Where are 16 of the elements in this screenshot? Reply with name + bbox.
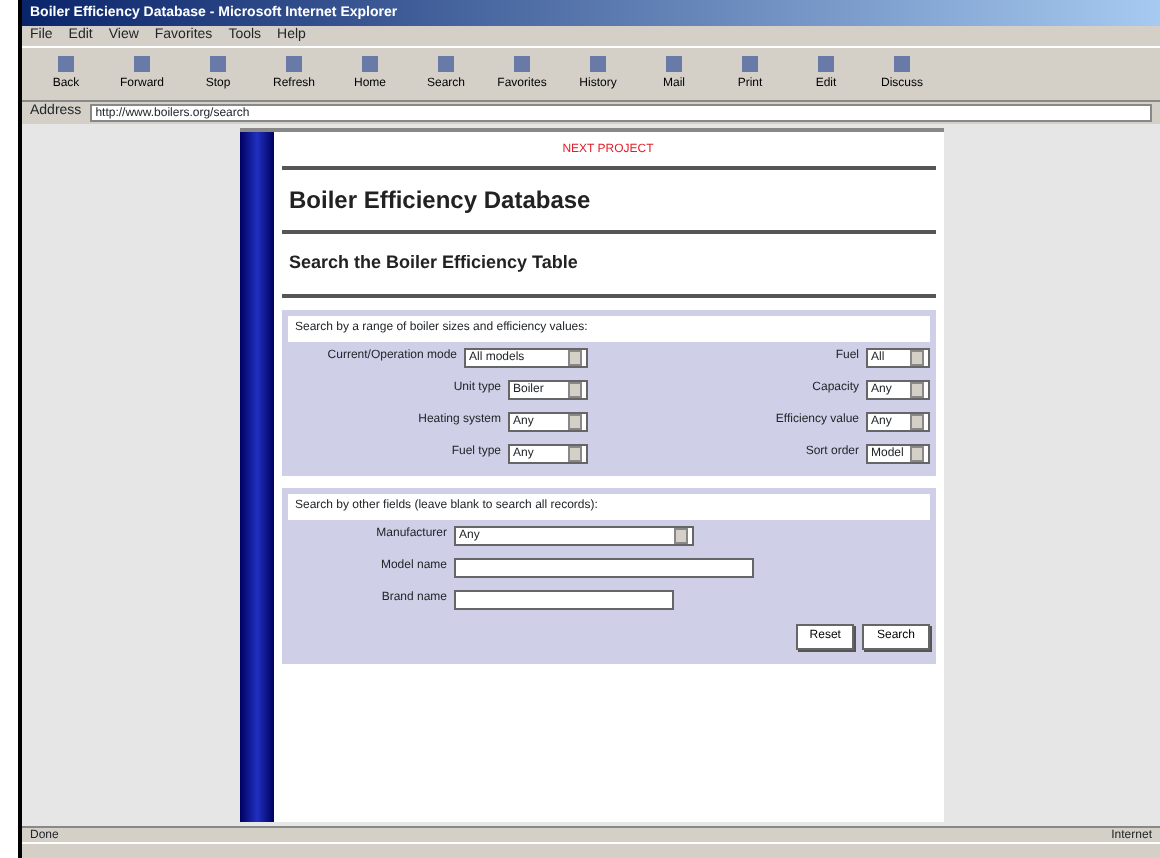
square-icon <box>206 52 230 76</box>
input-field[interactable] <box>453 589 673 609</box>
square-icon <box>358 52 382 76</box>
square-icon <box>282 52 306 76</box>
square-icon <box>130 52 154 76</box>
square-icon <box>434 52 458 76</box>
square-icon <box>890 52 914 76</box>
input-field[interactable] <box>453 557 753 577</box>
square-icon <box>738 52 762 76</box>
page-heading: Boiler Efficiency Database <box>281 166 935 230</box>
square-icon <box>814 52 838 76</box>
square-icon <box>662 52 686 76</box>
page-subheading: Search the Boiler Efficiency Table <box>281 230 935 297</box>
square-icon <box>54 52 78 76</box>
square-icon <box>510 52 534 76</box>
square-icon <box>586 52 610 76</box>
